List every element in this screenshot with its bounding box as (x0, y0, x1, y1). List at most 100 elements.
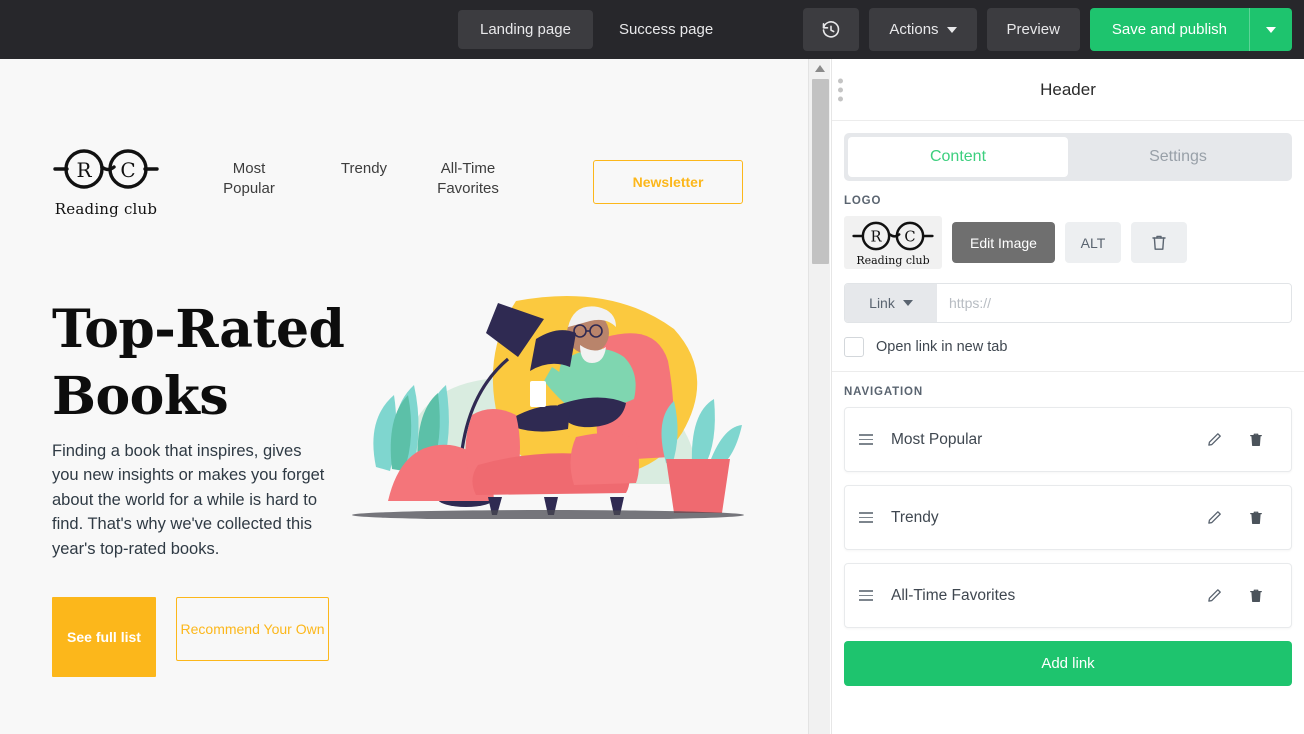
site-header-section[interactable]: R C Reading club Most Popular Trendy All… (0, 59, 795, 229)
hero-illustration (348, 287, 748, 524)
editor-panel: Header Content Settings LOGO R C Reading… (831, 59, 1304, 734)
newsletter-button-label: Newsletter (632, 174, 704, 190)
trash-icon (1250, 433, 1262, 446)
chevron-down-icon (946, 26, 957, 33)
site-nav-item-all-time-favorites[interactable]: All-Time Favorites (425, 159, 511, 199)
tab-content-label: Content (929, 148, 987, 165)
nav-list-item-label: Most Popular (891, 430, 983, 448)
save-and-publish-group: Save and publish (1089, 8, 1292, 51)
drag-dots-icon[interactable] (838, 78, 843, 101)
scrollbar-up-button[interactable] (809, 59, 831, 77)
nav-list-item-all-time-favorites[interactable]: All-Time Favorites (844, 563, 1292, 628)
alt-text-label: ALT (1080, 234, 1106, 251)
logo-link-row: Link (844, 283, 1292, 323)
glasses-logo-icon: R C (53, 149, 159, 189)
page-tabs: Landing page Success page (458, 10, 735, 49)
triangle-up-icon (815, 64, 825, 72)
edit-nav-item-button[interactable] (1193, 588, 1235, 603)
svg-text:C: C (120, 158, 135, 182)
logo-section-label: LOGO (844, 195, 882, 207)
site-preview-canvas[interactable]: R C Reading club Most Popular Trendy All… (0, 59, 808, 734)
tab-success-page-label: Success page (618, 21, 714, 38)
panel-header: Header (832, 59, 1304, 121)
site-nav-item-most-popular[interactable]: Most Popular (210, 159, 288, 199)
revision-history-button[interactable] (803, 8, 860, 51)
svg-text:R: R (870, 228, 882, 245)
site-navigation: Most Popular Trendy All-Time Favorites (210, 159, 511, 199)
site-nav-item-trendy[interactable]: Trendy (325, 159, 403, 179)
link-type-select[interactable]: Link (845, 284, 937, 322)
top-toolbar: Landing page Success page Actions Previe… (0, 0, 1304, 59)
tab-settings[interactable]: Settings (1068, 137, 1288, 177)
edit-nav-item-button[interactable] (1193, 510, 1235, 525)
logo-section: LOGO R C Reading club Edit Image ALT Lin… (832, 181, 1304, 371)
tab-landing-page-label: Landing page (480, 21, 571, 38)
nav-list-item-trendy[interactable]: Trendy (844, 485, 1292, 550)
add-link-button[interactable]: Add link (844, 641, 1292, 686)
hero-title: Top-Rated Books (52, 299, 345, 427)
save-and-publish-button[interactable]: Save and publish (1090, 8, 1249, 51)
recommend-your-own-button[interactable]: Recommend Your Own (176, 597, 329, 661)
trash-icon (1152, 235, 1166, 250)
svg-text:R: R (76, 158, 92, 182)
see-full-list-label: See full list (67, 628, 141, 645)
panel-title: Header (1040, 79, 1096, 99)
glasses-logo-icon: R C (852, 221, 934, 250)
panel-tabs: Content Settings (844, 133, 1292, 181)
link-url-input[interactable] (937, 284, 1291, 322)
actions-button-label: Actions (889, 21, 939, 38)
navigation-section-label: NAVIGATION (844, 386, 923, 398)
preview-button[interactable]: Preview (986, 8, 1080, 51)
delete-nav-item-button[interactable] (1235, 588, 1277, 604)
history-clock-icon (823, 20, 840, 38)
pencil-icon (1207, 433, 1221, 446)
nav-list-item-label: All-Time Favorites (891, 586, 1016, 604)
site-logo[interactable]: R C Reading club (52, 145, 160, 218)
hero-buttons: See full list Recommend Your Own (52, 597, 329, 677)
nav-list-item-most-popular[interactable]: Most Popular (844, 407, 1292, 472)
logo-thumbnail-wordmark: Reading club (856, 253, 930, 267)
newsletter-button[interactable]: Newsletter (593, 160, 743, 204)
trash-icon (1250, 589, 1262, 602)
drag-handle-icon[interactable] (859, 434, 881, 445)
chevron-down-icon (1266, 26, 1276, 33)
edit-image-button[interactable]: Edit Image (952, 222, 1055, 263)
logo-thumbnail[interactable]: R C Reading club (844, 216, 942, 269)
see-full-list-button[interactable]: See full list (52, 597, 156, 677)
logo-controls-row: R C Reading club Edit Image ALT (844, 216, 1292, 269)
edit-image-label: Edit Image (970, 234, 1037, 251)
alt-text-button[interactable]: ALT (1064, 222, 1121, 263)
recommend-your-own-label: Recommend Your Own (180, 620, 325, 637)
hero-body-text: Finding a book that inspires, gives you … (52, 442, 325, 558)
trash-icon (1250, 511, 1262, 524)
navigation-section: NAVIGATION Most Popular Trendy All-Time … (832, 372, 1304, 628)
tab-settings-label: Settings (1149, 148, 1207, 165)
nav-list-item-label: Trendy (891, 508, 939, 526)
save-and-publish-label: Save and publish (1111, 21, 1227, 38)
toolbar-actions: Actions Preview Save and publish (803, 8, 1292, 51)
svg-text:C: C (904, 228, 915, 245)
scrollbar-thumb[interactable] (812, 79, 829, 264)
person-reading-in-armchair-illustration (352, 295, 744, 520)
drag-handle-icon[interactable] (859, 512, 881, 523)
link-type-label: Link (869, 295, 895, 311)
actions-button[interactable]: Actions (869, 8, 977, 51)
save-and-publish-dropdown-button[interactable] (1250, 8, 1292, 51)
landing-page-content: R C Reading club Most Popular Trendy All… (0, 59, 795, 734)
delete-logo-button[interactable] (1130, 222, 1187, 263)
chevron-down-icon (902, 300, 913, 306)
open-in-new-tab-checkbox[interactable] (844, 337, 864, 357)
tab-success-page[interactable]: Success page (597, 10, 735, 49)
tab-content[interactable]: Content (848, 137, 1068, 177)
pencil-icon (1207, 589, 1221, 602)
delete-nav-item-button[interactable] (1235, 510, 1277, 526)
tab-landing-page[interactable]: Landing page (458, 10, 593, 49)
drag-handle-icon[interactable] (859, 590, 881, 601)
canvas-scrollbar[interactable] (808, 59, 830, 734)
edit-nav-item-button[interactable] (1193, 432, 1235, 447)
open-in-new-tab-label: Open link in new tab (876, 339, 1008, 355)
preview-button-label: Preview (1006, 21, 1060, 38)
open-in-new-tab-row: Open link in new tab (844, 337, 1292, 371)
site-logo-wordmark: Reading club (54, 200, 158, 218)
delete-nav-item-button[interactable] (1235, 432, 1277, 448)
